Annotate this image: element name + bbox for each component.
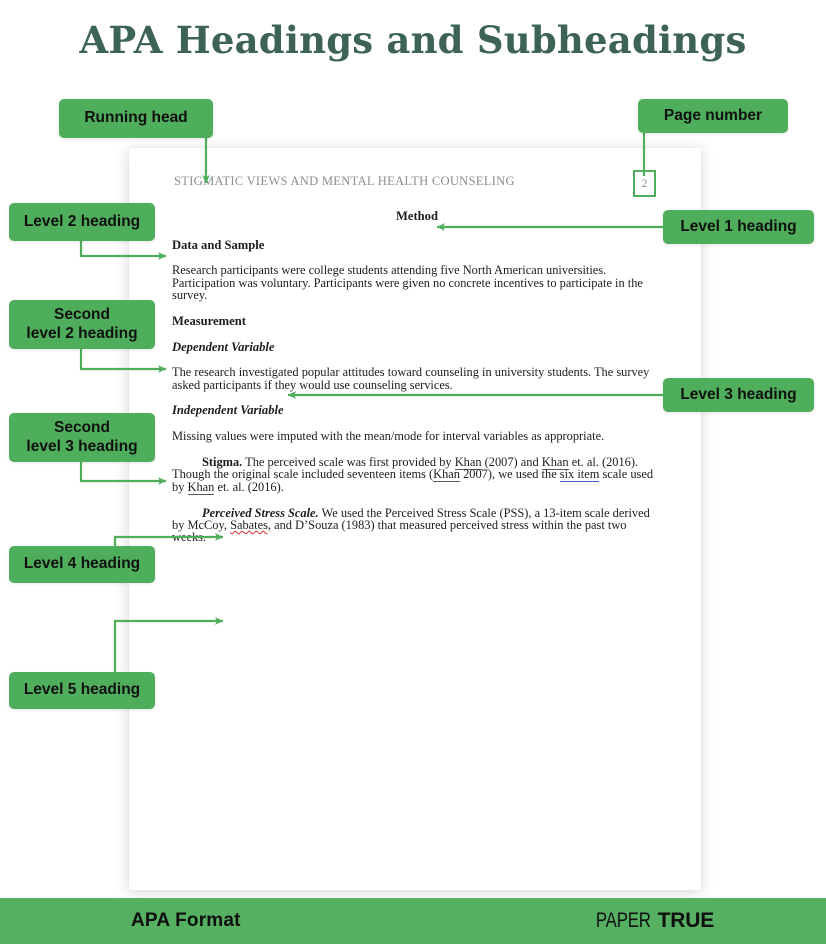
- p4-khan-3: Khan: [433, 467, 460, 483]
- callout-level-2-heading[interactable]: Level 2 heading: [9, 203, 155, 241]
- p4-hyperlink-six-item[interactable]: six item: [559, 467, 600, 483]
- document-body: Method Data and Sample Research particip…: [172, 210, 662, 557]
- body-paragraph-2: The research investigated popular attitu…: [172, 365, 650, 392]
- logo-true-text: TRUE: [657, 909, 715, 932]
- body-paragraph-3: Missing values were imputed with the mea…: [172, 429, 605, 443]
- p4-text-f: et. al. (2016).: [214, 479, 284, 494]
- level-3-heading-first: Dependent Variable: [172, 339, 275, 354]
- body-paragraph-4: Stigma. The perceived scale was first pr…: [172, 454, 662, 495]
- body-paragraph-1: Research participants were college stude…: [172, 263, 643, 302]
- callout-second-level-3-heading[interactable]: Second level 3 heading: [9, 413, 155, 462]
- footer-label: APA Format: [131, 910, 241, 931]
- papertrue-logo[interactable]: PAPER TRUE: [589, 909, 714, 933]
- document-page-number: 2: [633, 170, 656, 197]
- callout-page-number[interactable]: Page number: [638, 99, 788, 133]
- document-page: STIGMATIC VIEWS AND MENTAL HEALTH COUNSE…: [129, 148, 701, 890]
- level-3-heading-second: Independent Variable: [172, 403, 284, 418]
- level-2-heading-second: Measurement: [172, 313, 246, 328]
- p4-khan-4: Khan: [187, 479, 215, 495]
- callout-level-1-heading[interactable]: Level 1 heading: [663, 210, 814, 244]
- level-1-heading: Method: [396, 209, 438, 223]
- logo-paper-text: PAPER: [595, 909, 651, 932]
- p5-spelling-error-sabates: Sabates,: [230, 518, 272, 533]
- body-paragraph-5: Perceived Stress Scale. We used the Perc…: [172, 506, 662, 544]
- callout-level-4-heading[interactable]: Level 4 heading: [9, 546, 155, 583]
- level-2-heading-first: Data and Sample: [172, 237, 265, 252]
- callout-level-5-heading[interactable]: Level 5 heading: [9, 672, 155, 709]
- page-number-value: 2: [641, 176, 648, 190]
- callout-level-3-heading[interactable]: Level 3 heading: [663, 378, 814, 412]
- page-title: APA Headings and Subheadings: [79, 18, 747, 62]
- document-running-head: STIGMATIC VIEWS AND MENTAL HEALTH COUNSE…: [174, 174, 515, 188]
- callout-second-level-2-heading[interactable]: Second level 2 heading: [9, 300, 155, 349]
- footer-bar: APA Format PAPER TRUE: [0, 898, 826, 944]
- callout-running-head[interactable]: Running head: [59, 99, 213, 138]
- p4-text-d: 2007), we used the: [460, 467, 560, 482]
